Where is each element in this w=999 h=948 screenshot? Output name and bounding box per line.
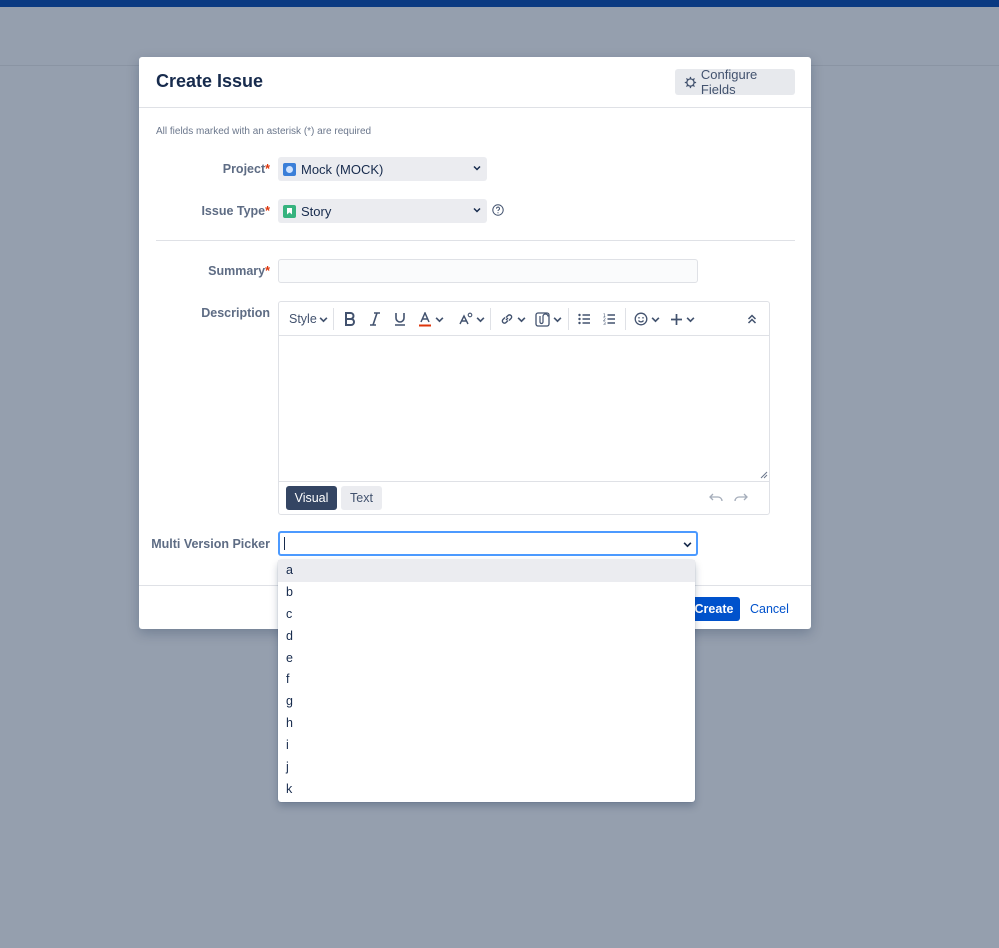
required-asterisk: * bbox=[265, 204, 270, 218]
text-caret bbox=[284, 537, 285, 550]
required-asterisk: * bbox=[265, 162, 270, 176]
undo-icon[interactable] bbox=[709, 492, 723, 504]
section-divider bbox=[156, 240, 795, 241]
dropdown-option[interactable]: f bbox=[278, 669, 695, 691]
dropdown-option[interactable]: e bbox=[278, 648, 695, 670]
style-dropdown[interactable]: Style bbox=[289, 310, 328, 328]
summary-label-text: Summary bbox=[208, 264, 266, 278]
italic-icon[interactable] bbox=[369, 310, 381, 328]
dropdown-option[interactable]: a bbox=[278, 560, 695, 582]
dropdown-option[interactable]: g bbox=[278, 691, 695, 713]
svg-text:3: 3 bbox=[603, 321, 606, 325]
project-select-value: Mock (MOCK) bbox=[301, 161, 384, 177]
configure-fields-button[interactable]: Configure Fields bbox=[675, 67, 795, 97]
bullet-list-icon[interactable] bbox=[578, 310, 591, 328]
dropdown-option[interactable]: i bbox=[278, 735, 695, 757]
style-dropdown-label: Style bbox=[289, 312, 317, 326]
summary-input[interactable] bbox=[278, 259, 698, 283]
description-text-area[interactable] bbox=[279, 337, 769, 481]
dropdown-option[interactable]: d bbox=[278, 626, 695, 648]
issue-type-label-text: Issue Type bbox=[201, 204, 266, 218]
dialog-header: Create Issue Configure Fields bbox=[139, 57, 811, 108]
chevron-down-icon[interactable] bbox=[683, 540, 692, 549]
multi-version-picker-input[interactable] bbox=[278, 531, 698, 556]
text-color-icon[interactable] bbox=[419, 310, 444, 328]
chevron-down-icon bbox=[473, 165, 481, 171]
chevron-down-icon bbox=[473, 207, 481, 213]
collapse-icon[interactable] bbox=[747, 310, 757, 328]
toolbar-separator bbox=[333, 308, 334, 330]
dropdown-option[interactable]: k bbox=[278, 779, 695, 801]
multi-version-picker-label: Multi Version Picker bbox=[151, 537, 270, 551]
create-button[interactable]: Create bbox=[688, 597, 740, 621]
top-navigation-bar bbox=[0, 0, 999, 7]
visual-mode-tab[interactable]: Visual bbox=[286, 486, 337, 510]
underline-icon[interactable] bbox=[394, 310, 406, 328]
issue-type-select[interactable]: Story bbox=[278, 199, 487, 223]
emoji-icon[interactable] bbox=[634, 310, 660, 328]
dropdown-option[interactable]: b bbox=[278, 582, 695, 604]
toolbar-separator bbox=[490, 308, 491, 330]
insert-more-icon[interactable] bbox=[670, 310, 695, 328]
version-options-dropdown: a b c d e f g h i j k bbox=[278, 560, 695, 802]
redo-icon[interactable] bbox=[734, 492, 748, 504]
text-mode-tab[interactable]: Text bbox=[341, 486, 382, 510]
gear-icon bbox=[684, 76, 697, 88]
text-style-icon[interactable] bbox=[459, 310, 485, 328]
link-icon[interactable] bbox=[500, 310, 526, 328]
resize-handle-icon[interactable] bbox=[760, 471, 768, 479]
story-icon bbox=[283, 204, 296, 218]
dropdown-option[interactable]: c bbox=[278, 604, 695, 626]
description-editor: Style 123 Visual Text bbox=[278, 301, 770, 515]
chevron-down-icon bbox=[319, 316, 328, 322]
create-issue-dialog: Create Issue Configure Fields All fields… bbox=[139, 57, 811, 629]
attachment-icon[interactable] bbox=[535, 310, 562, 328]
toolbar-separator bbox=[625, 308, 626, 330]
dropdown-option[interactable]: h bbox=[278, 713, 695, 735]
required-fields-note: All fields marked with an asterisk (*) a… bbox=[156, 126, 372, 137]
cancel-link[interactable]: Cancel bbox=[750, 602, 789, 616]
bold-icon[interactable] bbox=[344, 310, 356, 328]
description-label: Description bbox=[201, 306, 270, 320]
editor-toolbar: Style 123 bbox=[279, 302, 769, 336]
editor-mode-bar: Visual Text bbox=[279, 481, 769, 515]
project-label: Project* bbox=[223, 162, 270, 176]
toolbar-separator bbox=[568, 308, 569, 330]
dropdown-option[interactable]: j bbox=[278, 757, 695, 779]
numbered-list-icon[interactable]: 123 bbox=[603, 310, 616, 328]
summary-label: Summary* bbox=[208, 264, 270, 278]
issue-type-label: Issue Type* bbox=[201, 204, 270, 218]
dialog-title: Create Issue bbox=[156, 71, 264, 91]
project-label-text: Project bbox=[222, 162, 266, 176]
configure-fields-label: Configure Fields bbox=[700, 67, 758, 97]
project-select[interactable]: Mock (MOCK) bbox=[278, 157, 487, 181]
required-asterisk: * bbox=[265, 264, 270, 278]
project-avatar-icon bbox=[283, 162, 296, 176]
issue-type-select-value: Story bbox=[301, 203, 332, 219]
help-icon[interactable] bbox=[492, 204, 504, 216]
